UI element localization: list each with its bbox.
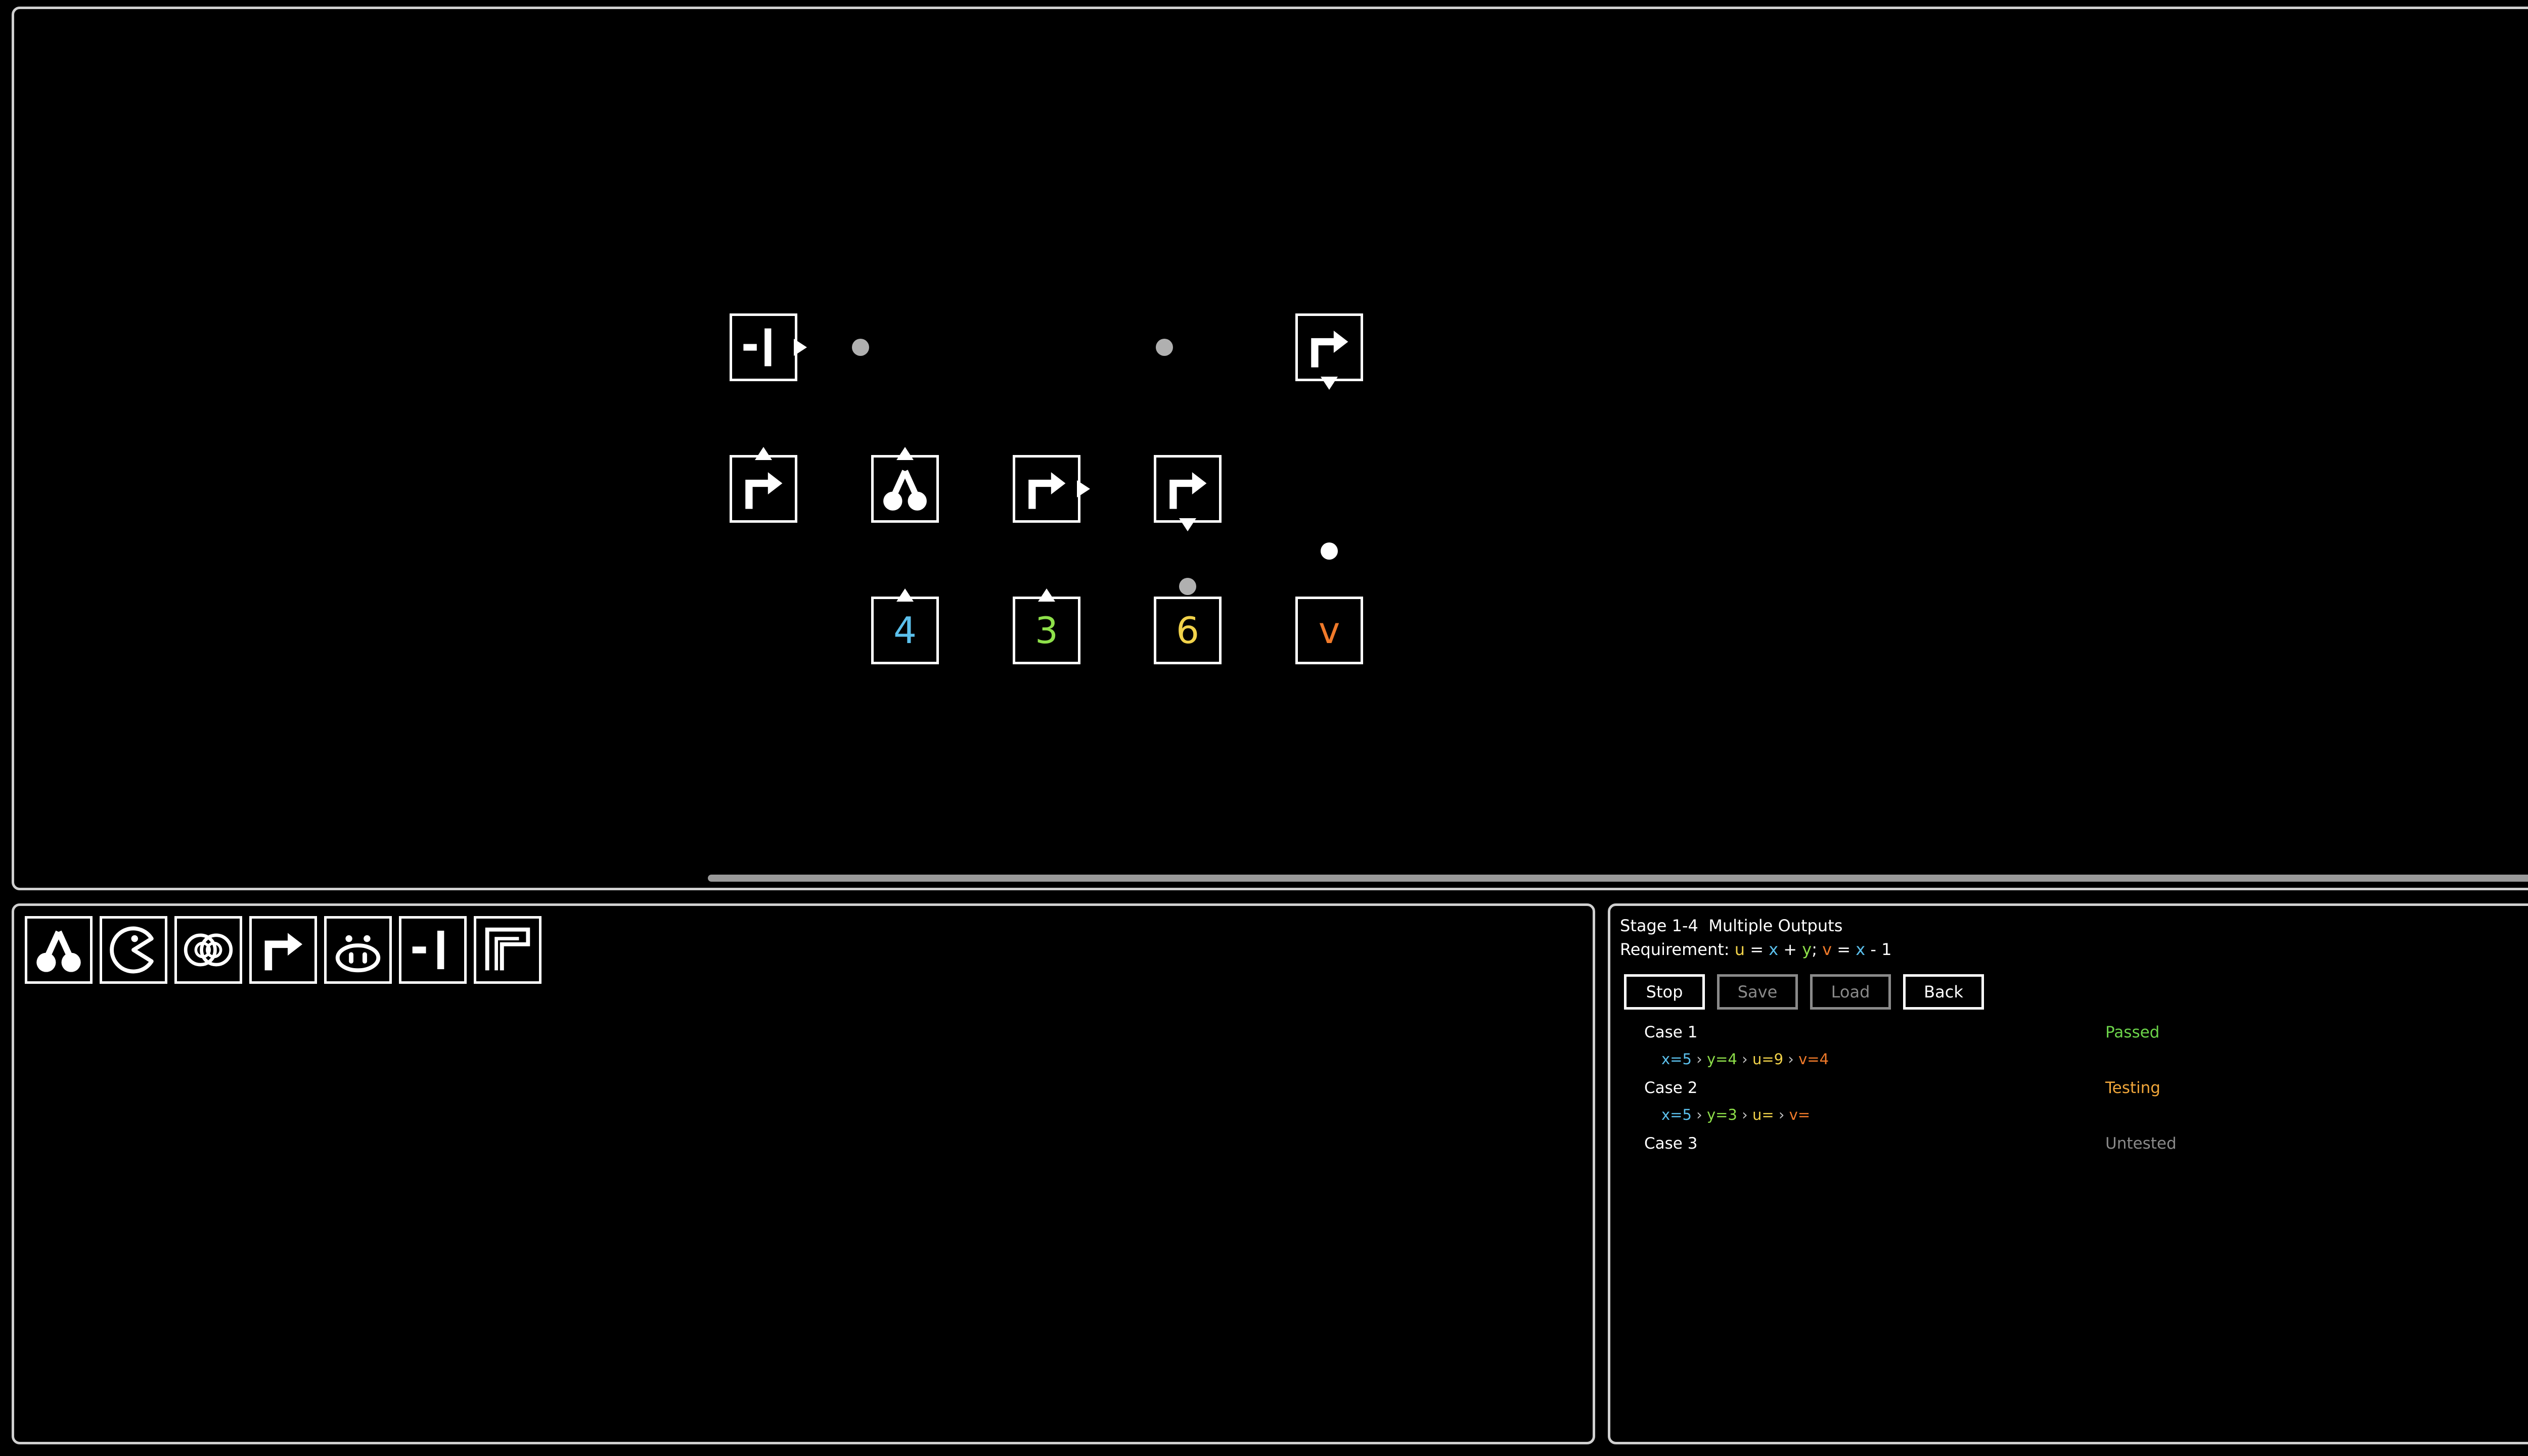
- tile-direction-arrow: [1077, 480, 1090, 497]
- requirement: Requirement: u = x + y; v = x - 1: [1620, 940, 1891, 959]
- pacman-icon: [110, 926, 154, 974]
- case-output-v: v=: [1789, 1106, 1811, 1123]
- req-var-u: u: [1734, 940, 1745, 959]
- case-input-x: x=5: [1661, 1106, 1692, 1123]
- tile-value: 6: [1176, 609, 1199, 652]
- stage-name: Multiple Outputs: [1708, 916, 1843, 935]
- tile-direction-arrow: [755, 447, 772, 460]
- case-2-label: Case 2: [1644, 1079, 1698, 1097]
- separator: ›: [1696, 1106, 1702, 1123]
- case-1-detail: x=5 › y=4 › u=9 › v=4: [1661, 1051, 1829, 1068]
- minus-bar-icon: [743, 328, 772, 367]
- case-1-status: Passed: [2105, 1023, 2160, 1041]
- tile-direction-arrow: [1038, 588, 1055, 602]
- board-tile-value-x[interactable]: 4: [871, 597, 939, 664]
- tool-pacman[interactable]: [100, 916, 167, 984]
- turn-right-arrow-icon: [745, 472, 783, 509]
- case-2-status: Testing: [2105, 1079, 2160, 1097]
- stage-title: Stage 1-4 Multiple Outputs: [1620, 916, 1842, 935]
- req-var-v: v: [1822, 940, 1832, 959]
- req-eq: =: [1750, 940, 1764, 959]
- tile-value: 3: [1035, 609, 1058, 652]
- case-1-label: Case 1: [1644, 1023, 1698, 1041]
- save-button[interactable]: Save: [1717, 974, 1798, 1010]
- tool-corner-frame[interactable]: [474, 916, 541, 984]
- fork-icon: [36, 930, 81, 972]
- case-2-detail: x=5 › y=3 › u= › v=: [1661, 1106, 1810, 1123]
- board-tile-value-v[interactable]: v: [1295, 597, 1363, 664]
- tool-double-circle[interactable]: [174, 916, 242, 984]
- tool-fork[interactable]: [25, 916, 93, 984]
- req-minus-one: - 1: [1870, 940, 1892, 959]
- pig-face-icon: [335, 935, 381, 973]
- load-button[interactable]: Load: [1810, 974, 1891, 1010]
- tool-minus-bar[interactable]: [399, 916, 467, 984]
- board-horizontal-scrollbar[interactable]: [708, 875, 2528, 882]
- fork-icon: [883, 470, 927, 511]
- tile-direction-arrow: [794, 339, 807, 356]
- board-tile-fork[interactable]: [871, 455, 939, 523]
- tile-direction-arrow: [896, 588, 914, 602]
- case-output-u: u=: [1752, 1106, 1774, 1123]
- case-output-v: v=4: [1798, 1051, 1829, 1068]
- case-3-status: Untested: [2105, 1134, 2177, 1153]
- board-tile-turn-arrow[interactable]: [730, 455, 797, 523]
- separator: ›: [1696, 1051, 1702, 1068]
- back-button[interactable]: Back: [1903, 974, 1984, 1010]
- req-var-x: x: [1856, 940, 1866, 959]
- board-tile-turn-arrow[interactable]: [1013, 455, 1080, 523]
- turn-right-arrow-icon: [1028, 472, 1066, 509]
- stop-button[interactable]: Stop: [1624, 974, 1705, 1010]
- corner-frame-icon: [485, 927, 530, 971]
- signal-dot: [1156, 339, 1173, 356]
- req-var-y: y: [1802, 940, 1812, 959]
- minus-bar-icon: [412, 930, 444, 970]
- signal-dot: [1321, 542, 1338, 560]
- signal-dot: [1179, 578, 1196, 595]
- case-input-y: y=4: [1706, 1051, 1737, 1068]
- case-3-label: Case 3: [1644, 1134, 1698, 1153]
- turn-right-arrow-icon: [1311, 331, 1348, 368]
- requirement-label: Requirement:: [1620, 940, 1730, 959]
- case-input-x: x=5: [1661, 1051, 1692, 1068]
- board-tile-turn-arrow[interactable]: [1154, 455, 1222, 523]
- req-eq: =: [1837, 940, 1851, 959]
- case-output-u: u=9: [1752, 1051, 1784, 1068]
- tool-pig-face[interactable]: [324, 916, 392, 984]
- turn-right-arrow-icon: [264, 933, 303, 971]
- board-tile-value-u[interactable]: 6: [1154, 597, 1222, 664]
- board-tile-value-y[interactable]: 3: [1013, 597, 1080, 664]
- turn-right-arrow-icon: [1169, 472, 1207, 509]
- board-tile-turn-arrow[interactable]: [1295, 313, 1363, 381]
- game-board[interactable]: [12, 7, 2528, 890]
- tile-value: v: [1318, 609, 1340, 652]
- tile-direction-arrow: [896, 447, 914, 460]
- board-tile-minus-bar[interactable]: [730, 313, 797, 381]
- separator: ›: [1742, 1051, 1748, 1068]
- separator: ›: [1788, 1051, 1794, 1068]
- tile-direction-arrow: [1321, 377, 1338, 390]
- separator: ›: [1778, 1106, 1785, 1123]
- req-plus: +: [1783, 940, 1797, 959]
- tile-direction-arrow: [1179, 518, 1196, 531]
- req-var-x: x: [1769, 940, 1779, 959]
- req-semi: ;: [1812, 940, 1817, 959]
- stage-number: Stage 1-4: [1620, 916, 1698, 935]
- double-circle-icon: [184, 933, 233, 967]
- signal-dot: [852, 339, 869, 356]
- tool-turn-arrow[interactable]: [249, 916, 317, 984]
- separator: ›: [1742, 1106, 1748, 1123]
- toolbox-panel: [12, 903, 1595, 1444]
- tile-value: 4: [893, 609, 917, 652]
- case-input-y: y=3: [1706, 1106, 1737, 1123]
